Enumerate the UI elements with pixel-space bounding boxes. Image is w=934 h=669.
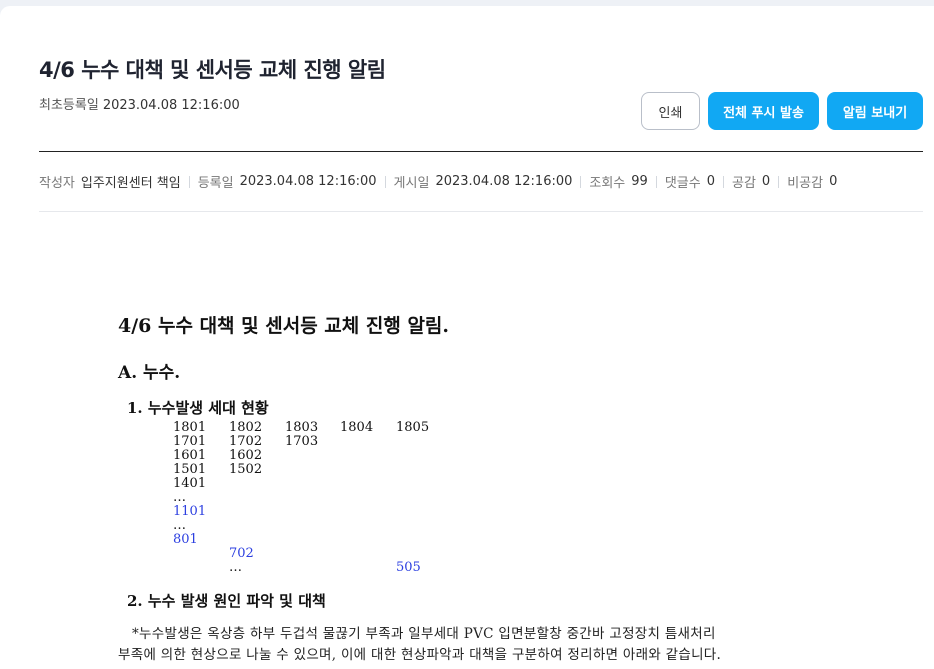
unit-cell: 702 xyxy=(229,546,254,561)
unit-cell: 1602 xyxy=(229,448,263,463)
first-registered: 최초등록일 2023.04.08 12:16:00 xyxy=(39,94,240,113)
first-registered-label: 최초등록일 xyxy=(39,98,99,113)
page-title: 4/6 누수 대책 및 센서등 교체 진행 알림 xyxy=(39,58,386,82)
unit-cell: 1401 xyxy=(173,476,207,491)
unit-cell: 1801 xyxy=(173,420,207,435)
meta-separator xyxy=(778,175,780,188)
cause-paragraph: *누수발생은 옥상층 하부 두겁석 물끊기 부족과 일부세대 PVC 입면분할창… xyxy=(118,624,798,666)
comments-label: 댓글수 xyxy=(664,176,701,191)
likes-value: 0 xyxy=(761,174,771,189)
registered-label: 등록일 xyxy=(197,176,234,191)
unit-cell: 1802 xyxy=(229,420,263,435)
dislikes-value: 0 xyxy=(829,174,838,189)
unit-cell: 505 xyxy=(396,560,421,575)
meta-separator xyxy=(580,175,582,188)
dislikes-label: 비공감 xyxy=(787,176,824,191)
unit-cell: 1805 xyxy=(396,420,430,435)
registered-value: 2023.04.08 12:16:00 xyxy=(239,174,377,189)
send-alarm-button[interactable]: 알림 보내기 xyxy=(827,92,923,130)
section-a-heading: A. 누수. xyxy=(118,363,181,383)
author-value: 입주지원센터 책임 xyxy=(80,176,181,191)
unit-cell: … xyxy=(173,490,186,505)
print-button[interactable]: 인쇄 xyxy=(641,92,700,130)
meta-separator xyxy=(723,175,724,188)
unit-cell: 1101 xyxy=(173,504,207,519)
unit-cell: … xyxy=(173,518,186,533)
author-label: 작성자 xyxy=(39,176,75,191)
post-card: 4/6 누수 대책 및 센서등 교체 진행 알림 최초등록일 2023.04.08… xyxy=(0,6,934,669)
push-all-button[interactable]: 전체 푸시 발송 xyxy=(708,92,819,130)
meta-separator xyxy=(655,175,657,188)
unit-cell: 1501 xyxy=(173,462,207,477)
views-label: 조회수 xyxy=(589,176,626,191)
meta-separator xyxy=(384,175,386,188)
unit-cell: 1702 xyxy=(229,434,263,449)
paragraph-line: 부족에 의한 현상으로 나눌 수 있으며, 이에 대한 현상파악과 대책을 구분… xyxy=(118,647,722,663)
meta-separator xyxy=(188,175,190,188)
meta-divider xyxy=(39,211,923,212)
unit-cell: 1502 xyxy=(229,462,263,477)
comments-value: 0 xyxy=(706,174,715,189)
unit-cell: 1803 xyxy=(285,420,319,435)
views-value: 99 xyxy=(631,174,648,189)
unit-cell: … xyxy=(229,560,242,575)
document-title: 4/6 누수 대책 및 센서등 교체 진행 알림. xyxy=(118,315,450,337)
header-divider xyxy=(39,151,923,152)
posted-value: 2023.04.08 12:16:00 xyxy=(435,174,573,189)
unit-cell: 1701 xyxy=(173,434,207,449)
paragraph-line: *누수발생은 옥상층 하부 두겁석 물끊기 부족과 일부세대 PVC 입면분할창… xyxy=(132,626,716,642)
unit-cell: 1601 xyxy=(173,448,207,463)
likes-label: 공감 xyxy=(732,176,756,191)
unit-cell: 1703 xyxy=(285,434,319,449)
unit-cell: 1804 xyxy=(340,420,374,435)
subsection-1-heading: 1. 누수발생 세대 현황 xyxy=(127,399,269,417)
first-registered-value: 2023.04.08 12:16:00 xyxy=(102,98,240,113)
subsection-2-heading: 2. 누수 발생 원인 파악 및 대책 xyxy=(127,592,326,610)
posted-label: 게시일 xyxy=(393,176,430,191)
post-meta: 작성자 입주지원센터 책임 등록일 2023.04.08 12:16:00 게시… xyxy=(39,172,837,191)
unit-cell: 801 xyxy=(173,532,198,547)
